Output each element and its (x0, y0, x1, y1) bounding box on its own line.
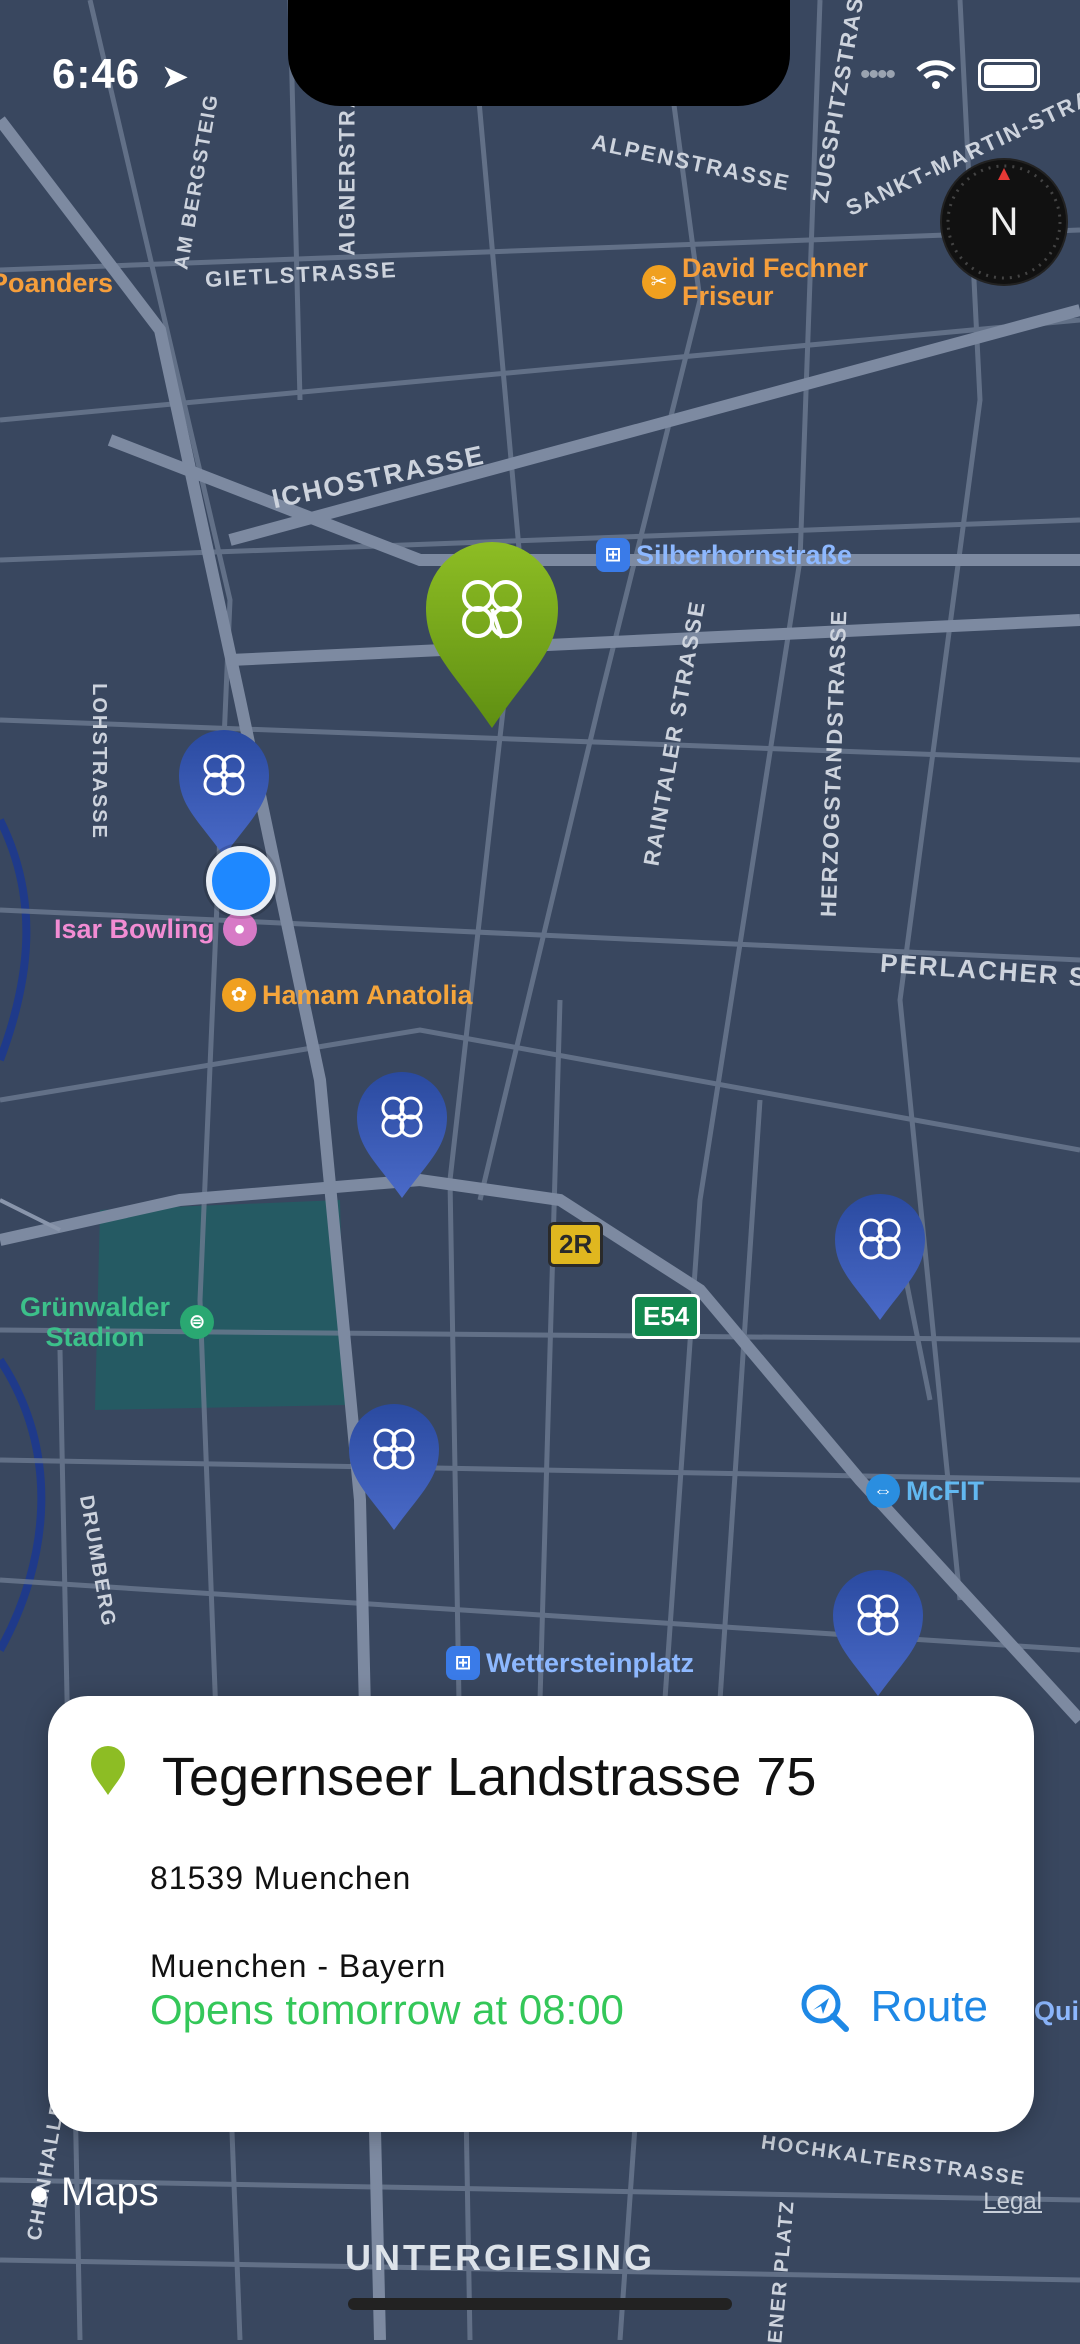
store-pin[interactable] (834, 1194, 926, 1322)
location-arrow-icon: ➤ (160, 58, 191, 96)
poi-silberhornstrasse[interactable]: ⊞ Silberhornstraße (596, 538, 852, 572)
store-pin[interactable] (178, 730, 270, 858)
legal-link[interactable]: Legal (983, 2188, 1042, 2216)
poi-label: Isar Bowling (54, 913, 215, 944)
poi-wettersteinplatz[interactable]: ⊞ Wettersteinplatz (446, 1646, 694, 1680)
poi-label: Hamam Anatolia (262, 979, 473, 1010)
signal-dots-icon: •••• (859, 58, 896, 91)
store-pin[interactable] (348, 1404, 440, 1532)
route-search-icon (801, 1984, 849, 2032)
device-notch (288, 0, 790, 106)
poi-label: Poanders (0, 268, 114, 298)
tram-icon: ⊞ (596, 538, 630, 572)
poi-david-fechner[interactable]: ✂ David Fechner Friseur (642, 254, 868, 310)
location-region: Muenchen - Bayern (150, 1948, 447, 1984)
wifi-icon (916, 60, 956, 89)
location-pin-icon (91, 1746, 125, 1795)
road-shield-2r: 2R (548, 1222, 604, 1267)
route-label: Route (870, 1982, 988, 2031)
poi-label: Wettersteinplatz (486, 1647, 695, 1678)
opening-hours: Opens tomorrow at 08:00 (150, 1986, 624, 2033)
bowling-icon: ● (222, 912, 257, 946)
apple-logo-icon: ● (28, 2172, 50, 2213)
lotus-icon: ✿ (222, 978, 256, 1012)
compass-button[interactable]: N (942, 160, 1066, 284)
poi-gruenwalder-stadion[interactable]: Grünwalder Stadion ⊜ (20, 1292, 220, 1352)
tram-icon: ⊞ (446, 1646, 480, 1680)
road-shield-e54: E54 (632, 1294, 701, 1339)
poi-poanders[interactable]: Poanders (0, 268, 113, 299)
street-label: LOHSTRASSE (87, 683, 110, 840)
status-time: 6:46 ➤ (52, 50, 190, 98)
poi-mcfit[interactable]: ⇔ McFIT (866, 1474, 984, 1508)
dumbbell-icon: ⇔ (866, 1474, 900, 1508)
store-pin[interactable] (356, 1072, 448, 1200)
poi-hamam-anatolia[interactable]: ✿ Hamam Anatolia (222, 978, 473, 1012)
selected-store-pin[interactable] (424, 542, 560, 730)
poi-isar-bowling[interactable]: Isar Bowling ● (54, 912, 263, 946)
route-button[interactable]: Route (799, 1982, 988, 2032)
status-icons: •••• (860, 58, 1040, 92)
scissors-icon: ✂ (642, 265, 676, 299)
poi-label: David Fechner Friseur (682, 253, 869, 311)
location-card[interactable]: Tegernseer Landstrasse 75 81539 Muenchen… (48, 1696, 1034, 2132)
user-location-dot (206, 846, 276, 916)
compass-north-label: N (989, 200, 1019, 244)
location-title: Tegernseer Landstrasse 75 (162, 1747, 817, 1807)
stadium-icon: ⊜ (180, 1305, 215, 1339)
maps-attribution[interactable]: ● Maps (28, 2170, 159, 2215)
battery-icon (978, 59, 1040, 91)
store-pin[interactable] (832, 1570, 924, 1698)
status-time-label: 6:46 (52, 50, 141, 97)
poi-label: Qui (1034, 1996, 1079, 2026)
district-label: UNTERGIESING (344, 2237, 656, 2278)
poi-label: Grünwalder Stadion (20, 1292, 171, 1352)
home-indicator[interactable] (348, 2298, 732, 2310)
location-postal: 81539 Muenchen (150, 1860, 412, 1896)
poi-label: McFIT (906, 1475, 984, 1506)
poi-quick[interactable]: Qui (1034, 1996, 1079, 2027)
maps-logo-label: Maps (60, 2170, 159, 2214)
poi-label: Silberhornstraße (636, 539, 853, 570)
